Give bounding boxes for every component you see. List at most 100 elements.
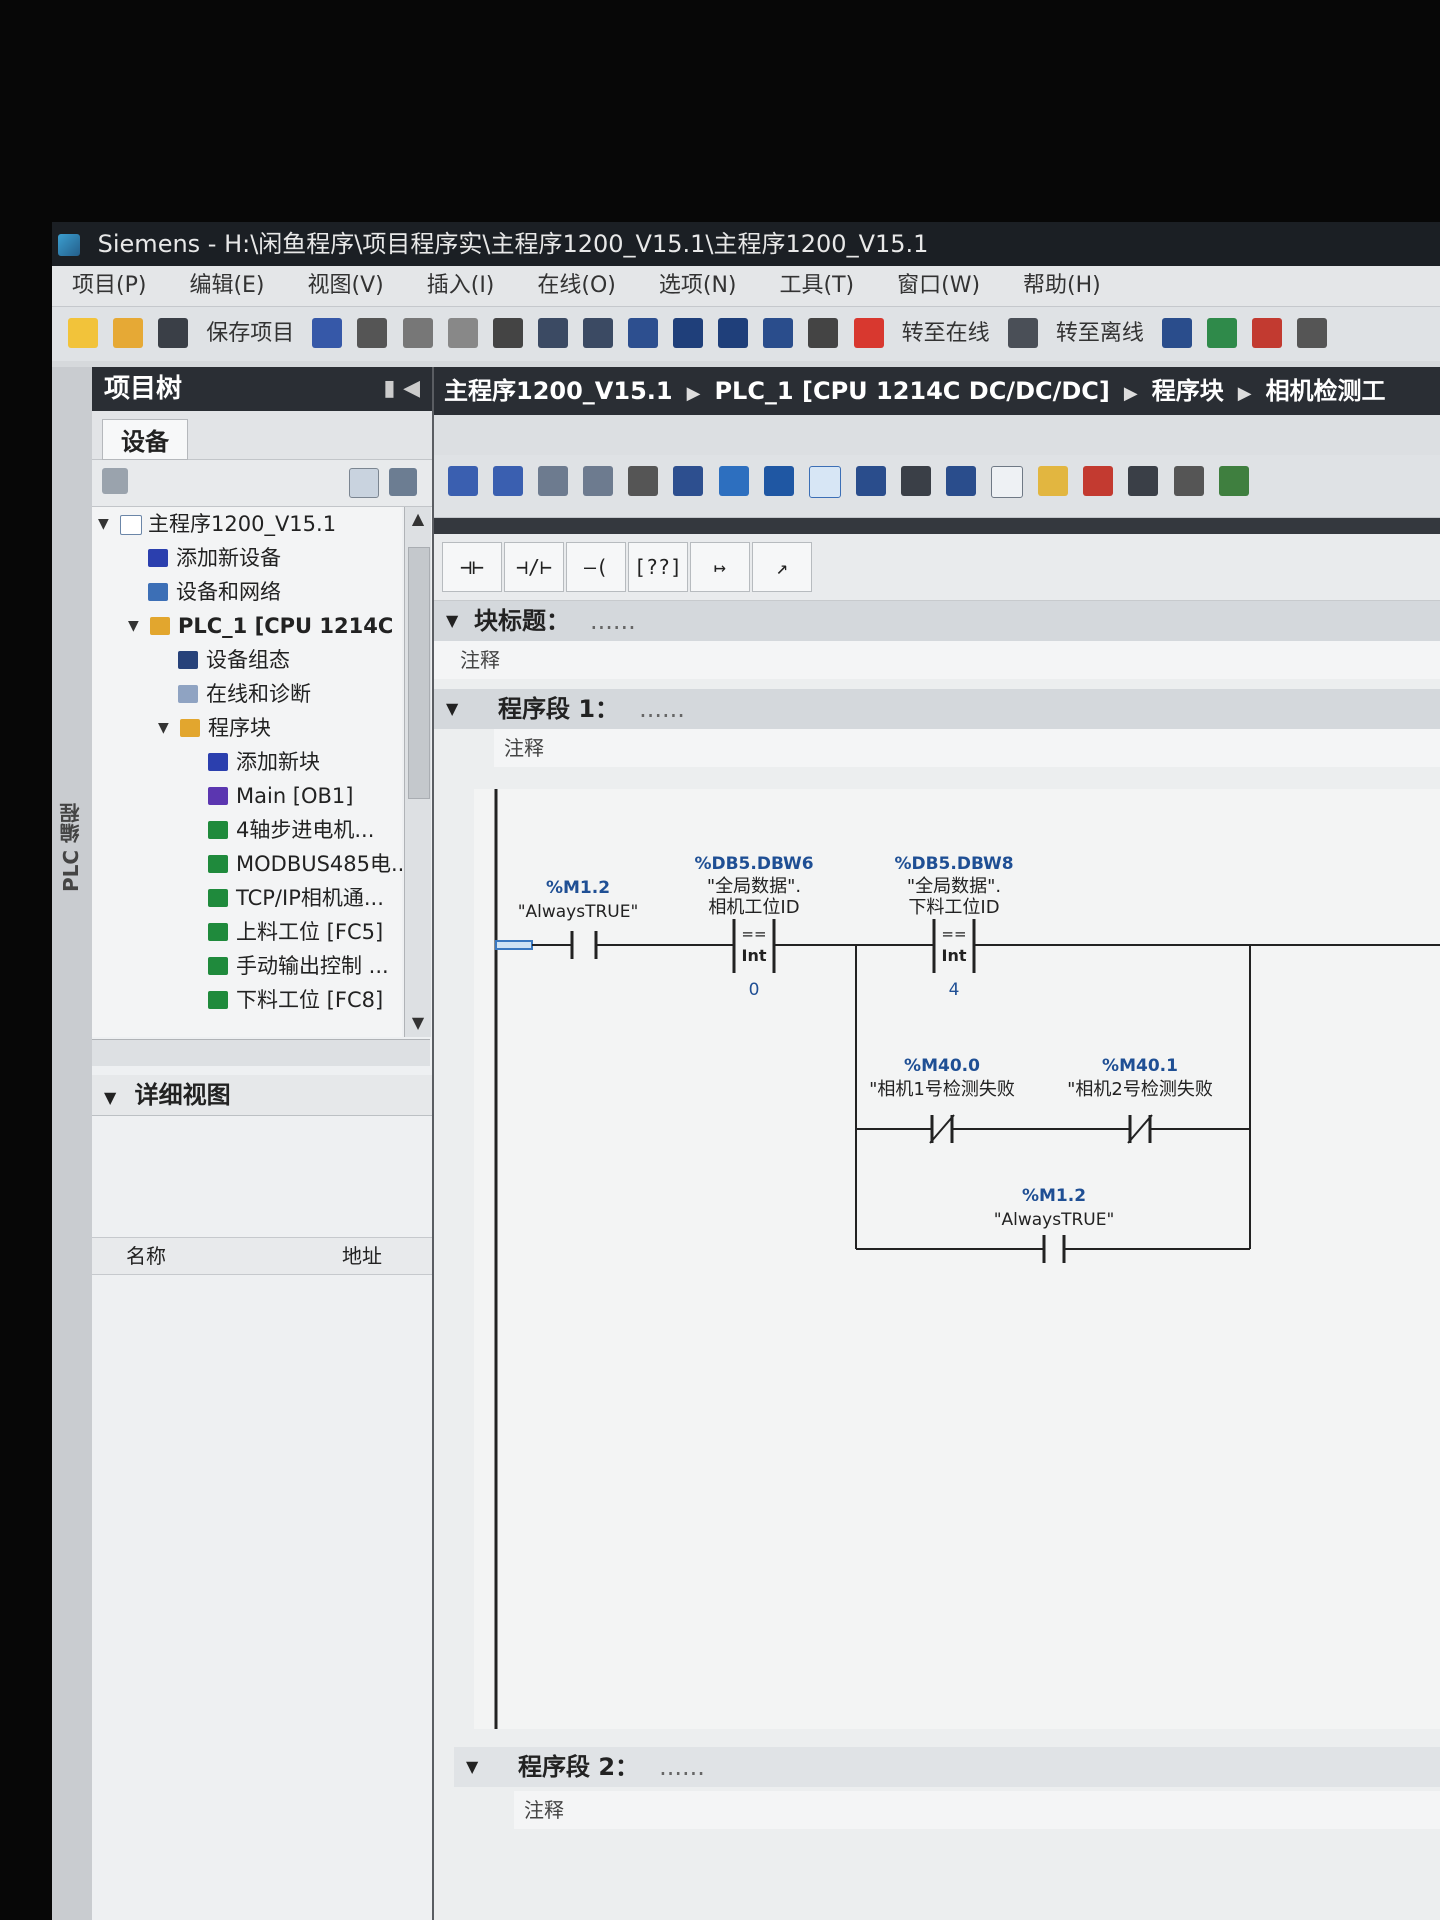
copy-icon[interactable] [402, 318, 433, 348]
menu-insert[interactable]: 插入(I) [427, 273, 495, 298]
tree-vertical-scrollbar[interactable]: ▲ ▼ [404, 507, 431, 1037]
network-1-comment[interactable]: 注释 [494, 729, 1440, 767]
properties-icon[interactable] [102, 468, 128, 494]
go-online-icon[interactable] [853, 318, 884, 348]
compare-equal-db5-dbw8[interactable]: == Int %DB5.DBW8 "全局数据". 下料工位ID 4 [894, 854, 1013, 1000]
tree-item-program-blocks[interactable]: ▼ 程序块 [92, 711, 402, 745]
tree-item-main-ob1[interactable]: Main [OB1] [92, 779, 402, 813]
tree-item-devices-networks[interactable]: 设备和网络 [92, 575, 402, 609]
tree-item-project[interactable]: ▼ 主程序1200_V15.1 [92, 507, 402, 541]
tree-item-online-diag[interactable]: 在线和诊断 [92, 677, 402, 711]
scroll-up-icon[interactable]: ▲ [408, 509, 428, 531]
contact-address[interactable]: %M40.0 [904, 1056, 980, 1076]
favorites-icon[interactable] [718, 466, 749, 496]
append-row-icon[interactable] [583, 466, 614, 496]
contact-symbol[interactable]: "相机2号检测失败 [1067, 1079, 1213, 1100]
close-branch-button[interactable]: ↗ [752, 542, 812, 592]
disconnect-icon[interactable] [1128, 466, 1159, 496]
collapse-triangle-icon[interactable]: ▼ [466, 1747, 478, 1787]
contact-symbol[interactable]: "AlwaysTRUE" [994, 1210, 1115, 1230]
expand-triangle-icon[interactable]: ▼ [98, 507, 109, 541]
contact-address[interactable]: %M1.2 [546, 878, 610, 898]
operand-display-icon[interactable] [855, 466, 886, 496]
new-object-icon[interactable] [389, 468, 417, 496]
tab-devices[interactable]: 设备 [102, 419, 188, 460]
contact-always-true[interactable]: %M1.2 "AlwaysTRUE" [518, 878, 639, 959]
collapse-panel-icon[interactable]: ▮ ◀ [383, 367, 420, 411]
tree-item-block[interactable]: TCP/IP相机通... [92, 881, 402, 915]
plc-programming-strip[interactable]: PLC 编程 [52, 367, 92, 1920]
compile-icon[interactable] [628, 318, 659, 348]
breadcrumb-project[interactable]: 主程序1200_V15.1 [444, 377, 673, 405]
print-icon[interactable] [312, 318, 343, 348]
accessible-devices-icon[interactable] [1161, 318, 1192, 348]
menu-online[interactable]: 在线(O) [537, 273, 615, 298]
column-name[interactable]: 名称 [126, 1238, 166, 1274]
tree-horizontal-scrollbar[interactable] [92, 1039, 430, 1066]
compare-symbol-db[interactable]: "全局数据". [707, 876, 801, 897]
go-offline-icon[interactable] [1007, 318, 1038, 348]
menu-project[interactable]: 项目(P) [72, 273, 146, 298]
upload-icon[interactable] [718, 318, 749, 348]
network-comments-icon[interactable] [808, 466, 841, 498]
collapse-triangle-icon[interactable]: ▼ [446, 689, 458, 729]
coil-button[interactable]: –( )– [566, 542, 626, 627]
save-project-button[interactable]: 保存项目 [206, 307, 294, 361]
start-simulation-icon[interactable] [808, 318, 839, 348]
contact-address[interactable]: %M40.1 [1102, 1056, 1178, 1076]
network-2-header[interactable]: ▼ 程序段 2：...... [454, 1747, 1440, 1787]
contact-symbol[interactable]: "相机1号检测失败 [869, 1079, 1015, 1100]
tree-item-block[interactable]: 下料工位 [FC8] [92, 983, 402, 1017]
simulation-icon[interactable] [763, 318, 794, 348]
expand-triangle-icon[interactable]: ▼ [158, 711, 169, 745]
no-contact-button[interactable]: ⊣⊢ [442, 542, 502, 592]
network-1-title-value[interactable]: ...... [639, 695, 685, 723]
go-online-button[interactable]: 转至在线 [902, 307, 990, 361]
collapse-triangle-icon[interactable]: ▼ [104, 1088, 116, 1107]
redo-icon[interactable] [582, 318, 613, 348]
compare-operand-value[interactable]: 0 [749, 980, 760, 1000]
tree-item-plc[interactable]: ▼ PLC_1 [CPU 1214C DC... [92, 609, 402, 643]
compare-symbol-tag[interactable]: 下料工位ID [908, 897, 999, 918]
tree-item-block[interactable]: 手动输出控制 ... [92, 949, 402, 983]
stop-cpu-icon[interactable] [1252, 318, 1283, 348]
save-icon[interactable] [158, 318, 189, 348]
delete-network-icon[interactable] [493, 466, 524, 496]
menu-help[interactable]: 帮助(H) [1023, 273, 1101, 298]
tree-item-add-block[interactable]: 添加新块 [92, 745, 402, 779]
download-icon[interactable] [673, 318, 704, 348]
tree-item-block[interactable]: 上料工位 [FC5] [92, 915, 402, 949]
cut-icon[interactable] [357, 318, 388, 348]
start-cpu-icon[interactable] [1207, 318, 1238, 348]
nc-contact-button[interactable]: ⊣/⊢ [504, 542, 564, 592]
detail-view-header[interactable]: ▼ 详细视图 [92, 1075, 432, 1116]
overview-icon[interactable] [349, 468, 379, 498]
snapshot-icon[interactable] [1038, 466, 1069, 496]
menu-options[interactable]: 选项(N) [659, 273, 737, 298]
tree-item-add-device[interactable]: 添加新设备 [92, 541, 402, 575]
network-2-comment[interactable]: 注释 [514, 1791, 1440, 1829]
breadcrumb-plc[interactable]: PLC_1 [CPU 1214C DC/DC/DC] [714, 377, 1109, 405]
menu-edit[interactable]: 编辑(E) [189, 273, 264, 298]
menu-window[interactable]: 窗口(W) [897, 273, 980, 298]
monitor-icon[interactable] [900, 466, 931, 496]
compare-address[interactable]: %DB5.DBW8 [894, 854, 1013, 874]
connect-icon[interactable] [1083, 466, 1114, 496]
insert-network-icon[interactable] [448, 466, 478, 496]
block-title-header[interactable]: ▼ 块标题：...... [434, 601, 1440, 641]
compare-equal-db5-dbw6[interactable]: == Int %DB5.DBW6 "全局数据". 相机工位ID 0 [694, 854, 813, 1000]
compare-symbol-tag[interactable]: 相机工位ID [708, 897, 799, 918]
breadcrumb-current-block[interactable]: 相机检测工 [1266, 377, 1386, 405]
reset-start-values-icon[interactable] [628, 466, 659, 496]
compare-operand-value[interactable]: 4 [949, 980, 960, 1000]
monitor-on-off-icon[interactable] [1173, 466, 1204, 496]
compare-symbol-db[interactable]: "全局数据". [907, 876, 1001, 897]
column-address[interactable]: 地址 [342, 1238, 382, 1274]
go-to-error-icon[interactable] [946, 466, 977, 496]
new-project-icon[interactable] [68, 318, 98, 348]
open-all-networks-icon[interactable] [763, 466, 794, 496]
compare-address[interactable]: %DB5.DBW6 [694, 854, 813, 874]
network-1-header[interactable]: ▼ 程序段 1：...... [434, 689, 1440, 729]
network-2-title-value[interactable]: ...... [659, 1753, 705, 1781]
contact-symbol[interactable]: "AlwaysTRUE" [518, 902, 639, 922]
